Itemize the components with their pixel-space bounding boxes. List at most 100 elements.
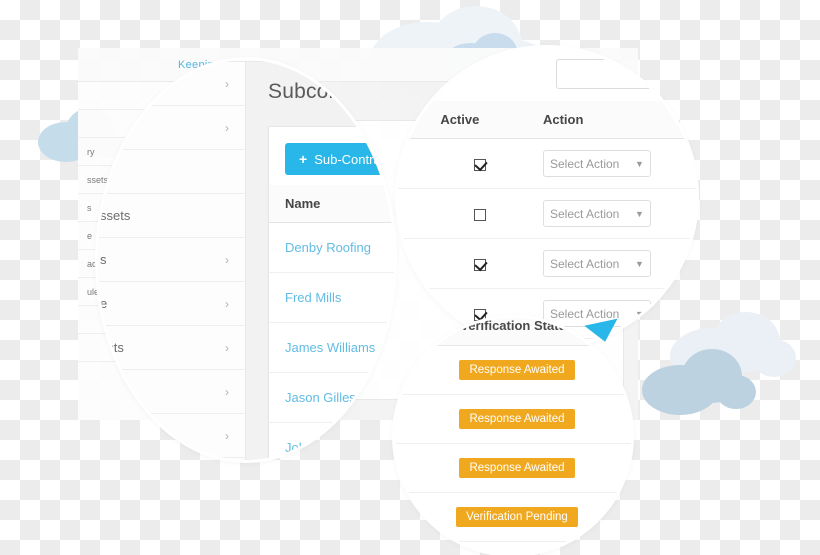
select-action-label: Select Action bbox=[549, 206, 620, 221]
magnified-app-left: Keeping › › ry ssets s› e› acts› ule› › … bbox=[98, 60, 394, 460]
row-treatment-cell: matched bbox=[389, 422, 394, 460]
table-row: Jason GillespiematchedSelect Action▼ bbox=[269, 372, 394, 423]
magnifier-left: Keeping › › ry ssets s› e› acts› ule› › … bbox=[98, 60, 394, 460]
table-row: matched Select Action ▼ bbox=[398, 188, 696, 239]
add-subcontractor-label: Sub-Contractor bbox=[314, 151, 394, 167]
sidebar-item[interactable]: s› bbox=[98, 238, 245, 282]
active-checkbox[interactable] bbox=[473, 208, 486, 221]
chevron-right-icon: › bbox=[225, 76, 229, 91]
magnified-verification: Verification Status Response Awaited Res… bbox=[395, 318, 631, 554]
row-active-cell[interactable] bbox=[424, 188, 527, 239]
sidebar-item-label: ssets bbox=[100, 208, 131, 223]
chevron-down-icon: ▼ bbox=[635, 158, 644, 169]
select-action-label: Select Action bbox=[549, 156, 620, 171]
active-checkbox[interactable] bbox=[473, 158, 486, 171]
subcontractor-link[interactable]: Fred Mills bbox=[285, 290, 341, 305]
chevron-down-icon: ▼ bbox=[635, 258, 644, 269]
subcontractors-table: Treatment Active Action matched Select Ac… bbox=[398, 101, 696, 346]
table-row: matched Select Action ▼ bbox=[398, 238, 696, 289]
row-name-cell[interactable]: James Williams bbox=[269, 322, 390, 373]
sidebar-item[interactable]: e› bbox=[98, 282, 245, 326]
sidebar-item-label: ry bbox=[87, 146, 95, 157]
row-action-cell[interactable]: Select Action ▼ bbox=[526, 138, 696, 189]
subcontractors-card: + Sub-Contractor Treatment Active Action… bbox=[398, 48, 696, 346]
status-badge: Verification Pending bbox=[456, 507, 578, 527]
card-toolbar: + Sub-Contractor bbox=[269, 127, 394, 185]
subcontractor-link[interactable]: Denby Roofing bbox=[285, 240, 371, 255]
column-header-active[interactable]: Active bbox=[424, 101, 527, 139]
sidebar-item[interactable]: ⌄ bbox=[98, 458, 245, 460]
chevron-right-icon: › bbox=[225, 120, 229, 135]
row-name-cell[interactable]: Denby Roofing bbox=[269, 222, 390, 273]
row-name-cell[interactable]: John Smith bbox=[269, 422, 390, 460]
sidebar-item[interactable]: › bbox=[98, 414, 245, 458]
sidebar-item[interactable]: ry bbox=[98, 150, 245, 194]
sidebar-item-label: e bbox=[100, 296, 108, 311]
magnifier-verification: Verification Status Response Awaited Res… bbox=[395, 318, 631, 554]
select-action-dropdown[interactable]: Select Action ▼ bbox=[542, 250, 651, 277]
chevron-down-icon: ▼ bbox=[635, 308, 644, 319]
subcontractors-card: + Sub-Contractor Name Treatment Active A… bbox=[268, 126, 394, 460]
select-action-label: Select Action bbox=[549, 256, 620, 271]
select-action-dropdown[interactable]: Select Action ▼ bbox=[542, 150, 651, 177]
sidebar-item-label: s bbox=[100, 252, 107, 267]
page-title: Subcontractors bbox=[268, 80, 394, 103]
table-row: James WilliamsmatchedSelect Action▼ bbox=[269, 322, 394, 373]
row-action-cell[interactable]: Select Action ▼ bbox=[526, 238, 696, 289]
chevron-right-icon: › bbox=[225, 252, 229, 267]
plus-icon: + bbox=[299, 151, 308, 167]
verification-status-heading: Verification Status bbox=[460, 318, 574, 333]
status-badge: Response Awaited bbox=[459, 458, 575, 478]
row-action-cell[interactable]: Select Action ▼ bbox=[526, 188, 696, 239]
sidebar-item[interactable]: ule › bbox=[98, 370, 245, 414]
chevron-right-icon: › bbox=[225, 428, 229, 443]
sidebar-item-label: e bbox=[87, 230, 93, 241]
row-treatment-cell: matched bbox=[398, 188, 425, 239]
table-row: Denby RoofingmatchedSelect Action▼ bbox=[269, 222, 394, 273]
row-active-cell[interactable] bbox=[424, 238, 527, 289]
table-header-row: Treatment Active Action bbox=[398, 101, 696, 139]
row-active-cell[interactable] bbox=[424, 138, 527, 189]
sidebar-item[interactable]: › bbox=[98, 62, 245, 106]
row-name-cell[interactable]: Fred Mills bbox=[269, 272, 390, 323]
subcontractor-link[interactable]: James Williams bbox=[285, 340, 375, 355]
status-badge: Response Awaited bbox=[459, 360, 575, 380]
column-header-treatment[interactable]: Treatment bbox=[389, 185, 394, 223]
sidebar-item-label: acts bbox=[100, 340, 124, 355]
subcontractor-link[interactable]: Jason Gillespie bbox=[285, 390, 373, 405]
sidebar-item[interactable]: acts › bbox=[98, 326, 245, 370]
table-row: matched Select Action ▼ bbox=[398, 138, 696, 189]
sidebar-item[interactable]: › bbox=[98, 106, 245, 150]
row-treatment-cell: matched bbox=[398, 238, 425, 289]
search-input[interactable] bbox=[556, 59, 696, 89]
row-treatment-cell: matched bbox=[389, 372, 394, 423]
subcontractor-link[interactable]: John Smith bbox=[285, 440, 350, 455]
select-action-dropdown[interactable]: Select Action ▼ bbox=[542, 200, 651, 227]
sidebar-item-label: s bbox=[87, 202, 92, 213]
table-header-row: Name Treatment Active Action bbox=[269, 185, 394, 223]
active-checkbox[interactable] bbox=[473, 258, 486, 271]
column-header-name[interactable]: Name bbox=[269, 185, 390, 223]
chevron-right-icon: › bbox=[225, 340, 229, 355]
status-badge: Response Awaited bbox=[459, 409, 575, 429]
sidebar-item[interactable]: ssets bbox=[98, 194, 245, 238]
sidebar-item-label: ry bbox=[100, 164, 111, 179]
row-treatment-cell: matched bbox=[389, 272, 394, 323]
magnifier-right: + Sub-Contractor Treatment Active Action… bbox=[398, 48, 696, 346]
subcontractors-table: Name Treatment Active Action Denby Roofi… bbox=[269, 185, 394, 460]
cloud-bottom-right-blue bbox=[640, 340, 760, 418]
sidebar-item-label: ule bbox=[100, 384, 118, 399]
table-row: Fred MillsmatchedSelect Action▼ bbox=[269, 272, 394, 323]
chevron-right-icon: › bbox=[225, 384, 229, 399]
table-row: John SmithmatchedSelect Action▼ bbox=[269, 422, 394, 460]
sidebar-magnified: › › ry ssets s› e› acts› ule› › ⌄ bbox=[98, 62, 246, 460]
row-treatment-cell: matched bbox=[389, 322, 394, 373]
row-treatment-cell: matched bbox=[389, 222, 394, 273]
column-header-treatment[interactable]: Treatment bbox=[398, 101, 425, 139]
card-toolbar: + Sub-Contractor bbox=[398, 48, 696, 101]
magnified-app-right: + Sub-Contractor Treatment Active Action… bbox=[398, 48, 696, 346]
add-subcontractor-button[interactable]: + Sub-Contractor bbox=[285, 143, 394, 175]
row-name-cell[interactable]: Jason Gillespie bbox=[269, 372, 390, 423]
column-header-action[interactable]: Action bbox=[526, 101, 696, 139]
chevron-right-icon: › bbox=[225, 296, 229, 311]
